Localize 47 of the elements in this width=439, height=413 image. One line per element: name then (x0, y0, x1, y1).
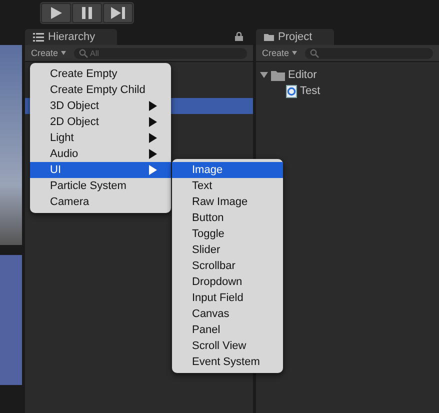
create-dropdown[interactable]: Create (31, 48, 66, 58)
menu-item[interactable]: Particle System (30, 178, 171, 194)
list-icon (33, 32, 44, 42)
tree-item[interactable]: Editor (260, 67, 439, 83)
menu-item[interactable]: Create Empty (30, 66, 171, 82)
play-icon (49, 6, 63, 20)
folder-icon (264, 33, 274, 41)
menu-item[interactable]: Scrollbar (172, 258, 283, 274)
tab-label: Project (278, 31, 312, 43)
menu-item[interactable]: Image (172, 162, 283, 178)
hierarchy-tab[interactable]: Hierarchy (25, 29, 118, 45)
menu-item[interactable]: Event System (172, 354, 283, 370)
tab-label: Hierarchy (48, 31, 96, 43)
pause-button[interactable] (72, 3, 102, 23)
step-icon (110, 6, 126, 20)
caret-icon (61, 51, 66, 55)
menu-item[interactable]: Slider (172, 242, 283, 258)
tree-label: Editor (288, 69, 317, 81)
project-tab[interactable]: Project (256, 29, 334, 45)
menu-item[interactable]: Audio (30, 146, 171, 162)
create-dropdown[interactable]: Create (262, 48, 298, 58)
menu-item[interactable]: Panel (172, 322, 283, 338)
menu-item[interactable]: Light (30, 130, 171, 146)
menu-item[interactable]: Canvas (172, 306, 283, 322)
menu-item[interactable]: Button (172, 210, 283, 226)
search-field[interactable]: All (74, 48, 247, 58)
tree-label: Test (300, 85, 320, 97)
script-file-icon (286, 84, 297, 98)
play-button[interactable] (41, 3, 71, 23)
search-field[interactable] (305, 48, 433, 58)
menu-item[interactable]: Dropdown (172, 274, 283, 290)
menu-item[interactable]: Input Field (172, 290, 283, 306)
tree-item[interactable]: Test (260, 83, 439, 99)
menu-item[interactable]: Camera (30, 194, 171, 210)
pause-icon (81, 6, 93, 20)
menu-item[interactable]: 3D Object (30, 98, 171, 114)
menu-item[interactable]: Scroll View (172, 338, 283, 354)
menu-item[interactable]: UI (30, 162, 171, 178)
menu-item[interactable]: Toggle (172, 226, 283, 242)
step-button[interactable] (103, 3, 133, 23)
folder-icon (271, 70, 285, 80)
menu-item[interactable]: 2D Object (30, 114, 171, 130)
menu-item[interactable]: Create Empty Child (30, 82, 171, 98)
caret-icon (292, 51, 298, 55)
lock-icon[interactable] (235, 32, 243, 41)
menu-item[interactable]: Text (172, 178, 283, 194)
menu-item[interactable]: Raw Image (172, 194, 283, 210)
